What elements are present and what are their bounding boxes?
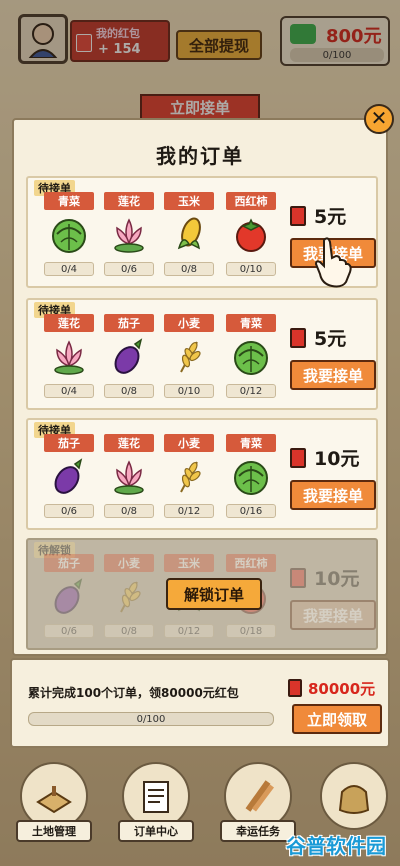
tap-hand-icon bbox=[314, 237, 352, 288]
order-items: 青菜 0/4 莲花 0/6 玉米 0/8 西红柿 0/10 bbox=[40, 192, 280, 282]
order-item: 西红柿 0/10 bbox=[222, 192, 280, 282]
lotus-icon bbox=[109, 214, 149, 254]
nav-item-label: 土地管理 bbox=[16, 820, 92, 842]
item-name: 小麦 bbox=[104, 554, 154, 572]
item-count: 0/10 bbox=[226, 262, 276, 276]
item-name: 玉米 bbox=[164, 554, 214, 572]
order-reward-amount: 5元 bbox=[314, 206, 347, 228]
modal-title: 我的订单 bbox=[156, 144, 244, 168]
item-count: 0/6 bbox=[44, 624, 94, 638]
nav-item[interactable]: 土地管理 bbox=[14, 758, 94, 858]
item-name: 青菜 bbox=[226, 314, 276, 332]
unlock-order-button[interactable]: 解锁订单 bbox=[166, 578, 262, 610]
item-name: 西红柿 bbox=[226, 192, 276, 210]
item-count: 0/4 bbox=[44, 262, 94, 276]
red-packet-icon bbox=[290, 328, 306, 348]
wheat-icon bbox=[169, 336, 209, 376]
order-reward: 5元 bbox=[288, 202, 374, 230]
red-packet-icon bbox=[290, 448, 306, 468]
order-item: 莲花 0/4 bbox=[40, 314, 98, 404]
wheat-icon bbox=[169, 456, 209, 496]
lotus-icon bbox=[109, 456, 149, 496]
order-item: 莲花 0/8 bbox=[100, 434, 158, 524]
lotus-icon bbox=[49, 336, 89, 376]
order-item: 青菜 0/16 bbox=[222, 434, 280, 524]
order-item: 莲花 0/6 bbox=[100, 192, 158, 282]
cumulative-description: 累计完成100个订单，领80000元红包 bbox=[28, 686, 239, 700]
order-item: 玉米 0/8 bbox=[160, 192, 218, 282]
item-name: 莲花 bbox=[44, 314, 94, 332]
eggplant-icon bbox=[109, 336, 149, 376]
wheat-icon bbox=[109, 576, 149, 616]
order-reward: 10元 bbox=[288, 444, 374, 472]
item-name: 青菜 bbox=[44, 192, 94, 210]
order-card: 待接单 莲花 0/4 茄子 0/8 小麦 0/10 青菜 0/12 5元 我要接… bbox=[26, 298, 378, 410]
bag-icon bbox=[320, 762, 388, 830]
item-name: 小麦 bbox=[164, 314, 214, 332]
item-name: 茄子 bbox=[44, 554, 94, 572]
item-name: 茄子 bbox=[104, 314, 154, 332]
tomato-icon bbox=[231, 214, 271, 254]
order-reward: 5元 bbox=[288, 324, 374, 352]
cabbage-icon bbox=[231, 456, 271, 496]
accept-order-button[interactable]: 我要接单 bbox=[290, 480, 376, 510]
item-count: 0/10 bbox=[164, 384, 214, 398]
item-count: 0/6 bbox=[104, 262, 154, 276]
item-count: 0/8 bbox=[164, 262, 214, 276]
cumulative-progress: 0/100 bbox=[28, 712, 274, 726]
item-count: 0/8 bbox=[104, 624, 154, 638]
order-card: 待接单 茄子 0/6 莲花 0/8 小麦 0/12 青菜 0/16 10元 我要… bbox=[26, 418, 378, 530]
order-item: 茄子 0/6 bbox=[40, 554, 98, 644]
order-item: 青菜 0/12 bbox=[222, 314, 280, 404]
item-name: 玉米 bbox=[164, 192, 214, 210]
corn-icon bbox=[169, 214, 209, 254]
order-reward-amount: 5元 bbox=[314, 328, 347, 350]
order-item: 小麦 0/10 bbox=[160, 314, 218, 404]
order-reward-amount: 10元 bbox=[314, 568, 360, 590]
order-item: 小麦 0/8 bbox=[100, 554, 158, 644]
cabbage-icon bbox=[231, 336, 271, 376]
item-count: 0/6 bbox=[44, 504, 94, 518]
cumulative-reward-panel: 累计完成100个订单，领80000元红包 0/100 80000元 立即领取 bbox=[10, 658, 390, 748]
order-item: 小麦 0/12 bbox=[160, 434, 218, 524]
accept-order-button[interactable]: 我要接单 bbox=[290, 360, 376, 390]
order-reward: 10元 bbox=[288, 564, 374, 592]
red-packet-icon bbox=[290, 568, 306, 588]
item-count: 0/4 bbox=[44, 384, 94, 398]
order-reward-amount: 10元 bbox=[314, 448, 360, 470]
order-item: 茄子 0/8 bbox=[100, 314, 158, 404]
red-packet-icon bbox=[288, 679, 302, 697]
item-count: 0/16 bbox=[226, 504, 276, 518]
item-name: 西红柿 bbox=[226, 554, 276, 572]
claim-now-button[interactable]: 立即领取 bbox=[292, 704, 382, 734]
item-count: 0/8 bbox=[104, 504, 154, 518]
item-count: 0/12 bbox=[164, 624, 214, 638]
item-name: 小麦 bbox=[164, 434, 214, 452]
close-button[interactable]: ✕ bbox=[364, 104, 394, 134]
order-items: 茄子 0/6 莲花 0/8 小麦 0/12 青菜 0/16 bbox=[40, 434, 280, 524]
eggplant-icon bbox=[49, 456, 89, 496]
cumulative-reward: 80000元 bbox=[284, 676, 384, 702]
red-packet-icon bbox=[290, 206, 306, 226]
item-count: 0/18 bbox=[226, 624, 276, 638]
item-name: 莲花 bbox=[104, 192, 154, 210]
item-count: 0/12 bbox=[226, 384, 276, 398]
item-count: 0/12 bbox=[164, 504, 214, 518]
eggplant-icon bbox=[49, 576, 89, 616]
watermark: 谷普软件园 bbox=[286, 833, 386, 858]
cumulative-reward-amount: 80000元 bbox=[308, 680, 376, 698]
order-item: 青菜 0/4 bbox=[40, 192, 98, 282]
order-item: 茄子 0/6 bbox=[40, 434, 98, 524]
my-orders-modal: 我的订单 待接单 青菜 0/4 莲花 0/6 玉米 0/8 西红柿 0/10 5… bbox=[12, 118, 388, 656]
item-name: 青菜 bbox=[226, 434, 276, 452]
item-name: 茄子 bbox=[44, 434, 94, 452]
accept-order-button: 我要接单 bbox=[290, 600, 376, 630]
nav-item-label: 订单中心 bbox=[118, 820, 194, 842]
item-name: 莲花 bbox=[104, 434, 154, 452]
order-items: 莲花 0/4 茄子 0/8 小麦 0/10 青菜 0/12 bbox=[40, 314, 280, 404]
cabbage-icon bbox=[49, 214, 89, 254]
locked-order-card: 待解锁 茄子 0/6 小麦 0/8 玉米 0/12 西红柿 0/18 10元 我… bbox=[26, 538, 378, 650]
item-count: 0/8 bbox=[104, 384, 154, 398]
nav-item[interactable]: 订单中心 bbox=[116, 758, 196, 858]
